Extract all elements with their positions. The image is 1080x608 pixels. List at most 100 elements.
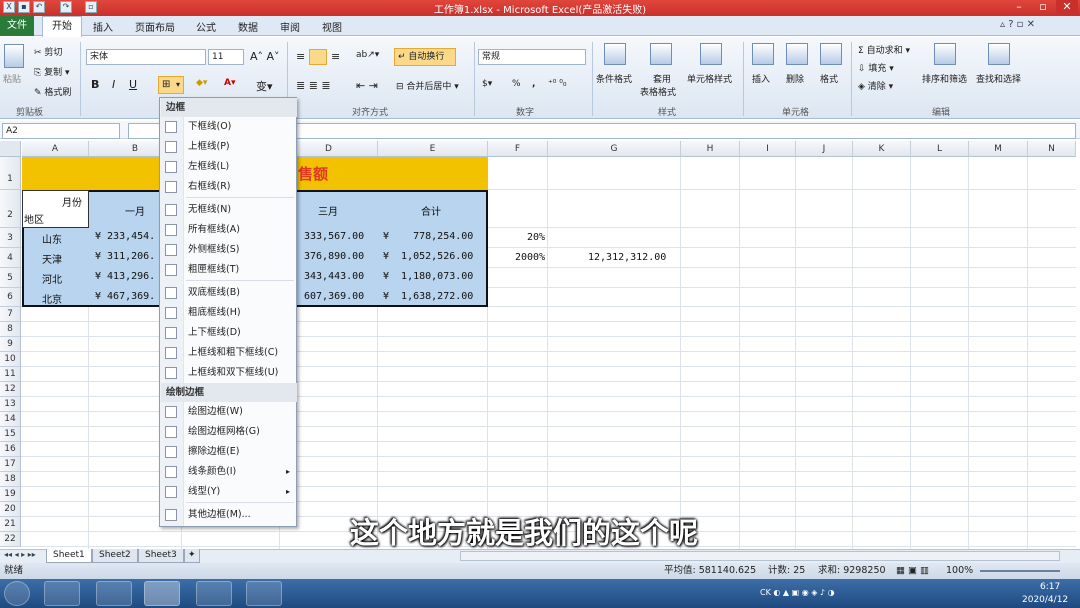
row-header-20[interactable]: 20: [0, 502, 21, 517]
bottom-align-button[interactable]: ≡: [331, 50, 340, 63]
row-header-19[interactable]: 19: [0, 487, 21, 502]
jan-value-cell[interactable]: ¥ 233,454.: [95, 231, 155, 242]
border-menu-item[interactable]: 绘图边框网格(G): [160, 422, 296, 442]
sort-filter-label[interactable]: 排序和筛选: [922, 72, 967, 85]
border-menu-item[interactable]: 上框线和粗下框线(C): [160, 343, 296, 363]
border-menu-item[interactable]: 无框线(N): [160, 200, 296, 220]
row-header-5[interactable]: 5: [0, 268, 21, 288]
new-sheet-icon[interactable]: ✦: [184, 549, 200, 563]
grow-font-button[interactable]: A˄ A˅: [250, 50, 280, 63]
row-header-15[interactable]: 15: [0, 427, 21, 442]
region-cell[interactable]: 北京: [42, 291, 62, 306]
mar-value-cell[interactable]: 376,890.00: [304, 251, 364, 262]
sheet-tab-2[interactable]: Sheet2: [92, 549, 138, 563]
cut-button[interactable]: ✂ 剪切: [34, 45, 62, 58]
jan-value-cell[interactable]: ¥ 467,369.: [95, 291, 155, 302]
maximize-button[interactable]: ▫: [1032, 0, 1054, 15]
cell-f4[interactable]: 2000%: [515, 252, 545, 263]
taskbar-media-icon[interactable]: [246, 581, 282, 606]
orientation-button[interactable]: ab↗▾: [356, 50, 379, 60]
row-header-17[interactable]: 17: [0, 457, 21, 472]
indent-button[interactable]: ⇤ ⇥: [356, 79, 378, 92]
border-menu-item[interactable]: 所有框线(A): [160, 220, 296, 240]
column-header-g[interactable]: G: [548, 141, 681, 157]
middle-align-button[interactable]: [309, 49, 327, 65]
insert-cells-icon[interactable]: [752, 43, 774, 65]
column-header-n[interactable]: N: [1028, 141, 1076, 157]
tab-home[interactable]: 开始: [42, 16, 82, 37]
conditional-format-label[interactable]: 条件格式: [596, 72, 632, 85]
region-cell[interactable]: 河北: [42, 271, 62, 286]
jan-value-cell[interactable]: ¥ 311,206.: [95, 251, 155, 262]
row-header-8[interactable]: 8: [0, 322, 21, 337]
start-button[interactable]: [4, 581, 30, 606]
fill-color-button[interactable]: ◆▾: [196, 78, 207, 88]
minimize-button[interactable]: –: [1008, 0, 1030, 15]
bold-button[interactable]: B: [91, 78, 99, 91]
font-name-select[interactable]: 宋体: [86, 49, 206, 65]
row-header-4[interactable]: 4: [0, 248, 21, 268]
taskbar-powerpoint-icon[interactable]: [96, 581, 132, 606]
insert-cells-label[interactable]: 插入: [752, 72, 770, 85]
border-menu-item[interactable]: 上框线(P): [160, 137, 296, 157]
italic-button[interactable]: I: [112, 78, 115, 91]
row-header-1[interactable]: 1: [0, 157, 21, 190]
sheet-title[interactable]: 售额: [298, 163, 328, 184]
name-box[interactable]: A2: [2, 123, 120, 139]
merge-center-button[interactable]: ⊟ 合并后居中 ▾: [396, 79, 459, 92]
column-header-a[interactable]: A: [22, 141, 89, 157]
view-buttons[interactable]: ▦ ▣ ▥: [896, 563, 929, 579]
mar-value-cell[interactable]: 607,369.00: [304, 291, 364, 302]
border-menu-item[interactable]: 外侧框线(S): [160, 240, 296, 260]
tab-page-layout[interactable]: 页面布局: [135, 19, 175, 34]
clear-button[interactable]: ◈ 清除 ▾: [858, 79, 893, 92]
cell-f3[interactable]: 20%: [527, 232, 545, 243]
more-borders-item[interactable]: 其他边框(M)...: [160, 505, 296, 525]
decimal-button[interactable]: ⁺⁰ ⁰₀: [548, 79, 566, 89]
tab-insert[interactable]: 插入: [93, 19, 113, 34]
conditional-format-icon[interactable]: [604, 43, 626, 65]
percent-button[interactable]: %: [512, 79, 521, 89]
border-menu-item[interactable]: 双底框线(B): [160, 283, 296, 303]
border-menu-item[interactable]: 线型(Y) ▸: [160, 482, 296, 502]
column-header-f[interactable]: F: [488, 141, 548, 157]
delete-cells-label[interactable]: 删除: [786, 72, 804, 85]
zoom-slider[interactable]: [980, 570, 1060, 572]
tray-icons[interactable]: CK ◐ ▲ ▣ ◉ ◈ ♪ ◑: [760, 588, 835, 597]
autosum-button[interactable]: Σ 自动求和 ▾: [858, 43, 910, 56]
row-header-12[interactable]: 12: [0, 382, 21, 397]
mar-value-cell[interactable]: 333,567.00: [304, 231, 364, 242]
region-cell[interactable]: 天津: [42, 251, 62, 266]
column-header-m[interactable]: M: [969, 141, 1028, 157]
column-header-k[interactable]: K: [853, 141, 911, 157]
border-menu-item[interactable]: 下框线(O): [160, 117, 296, 137]
mar-value-cell[interactable]: 343,443.00: [304, 271, 364, 282]
region-cell[interactable]: 山东: [42, 231, 62, 246]
column-header-i[interactable]: I: [740, 141, 796, 157]
comma-button[interactable]: ,: [532, 79, 535, 89]
close-button[interactable]: ✕: [1056, 0, 1078, 15]
tab-file[interactable]: 文件: [0, 16, 34, 36]
tab-formulas[interactable]: 公式: [196, 19, 216, 34]
jan-value-cell[interactable]: ¥ 413,296.: [95, 271, 155, 282]
copy-button[interactable]: ⎘ 复制 ▾: [34, 65, 69, 78]
font-size-select[interactable]: 11: [208, 49, 244, 65]
find-select-label[interactable]: 查找和选择: [976, 72, 1021, 85]
column-header-l[interactable]: L: [911, 141, 969, 157]
sheet-nav-arrows[interactable]: ◂◂ ◂ ▸ ▸▸: [4, 550, 36, 559]
align-left-button[interactable]: ≣ ≣ ≣: [296, 79, 331, 92]
row-header-16[interactable]: 16: [0, 442, 21, 457]
tab-view[interactable]: 视图: [322, 19, 342, 34]
tab-data[interactable]: 数据: [238, 19, 258, 34]
sheet-tab-3[interactable]: Sheet3: [138, 549, 184, 563]
zoom-level[interactable]: 100%: [946, 563, 973, 579]
row-header-10[interactable]: 10: [0, 352, 21, 367]
column-header-e[interactable]: E: [378, 141, 488, 157]
phonetic-button[interactable]: 变▾: [256, 78, 273, 94]
currency-button[interactable]: $▾: [482, 79, 492, 89]
help-icon[interactable]: ▵ ? ▫ ✕: [1000, 19, 1035, 30]
border-menu-item[interactable]: 线条颜色(I) ▸: [160, 462, 296, 482]
border-menu-item[interactable]: 粗底框线(H): [160, 303, 296, 323]
tab-review[interactable]: 审阅: [280, 19, 300, 34]
sort-filter-icon[interactable]: [934, 43, 956, 65]
